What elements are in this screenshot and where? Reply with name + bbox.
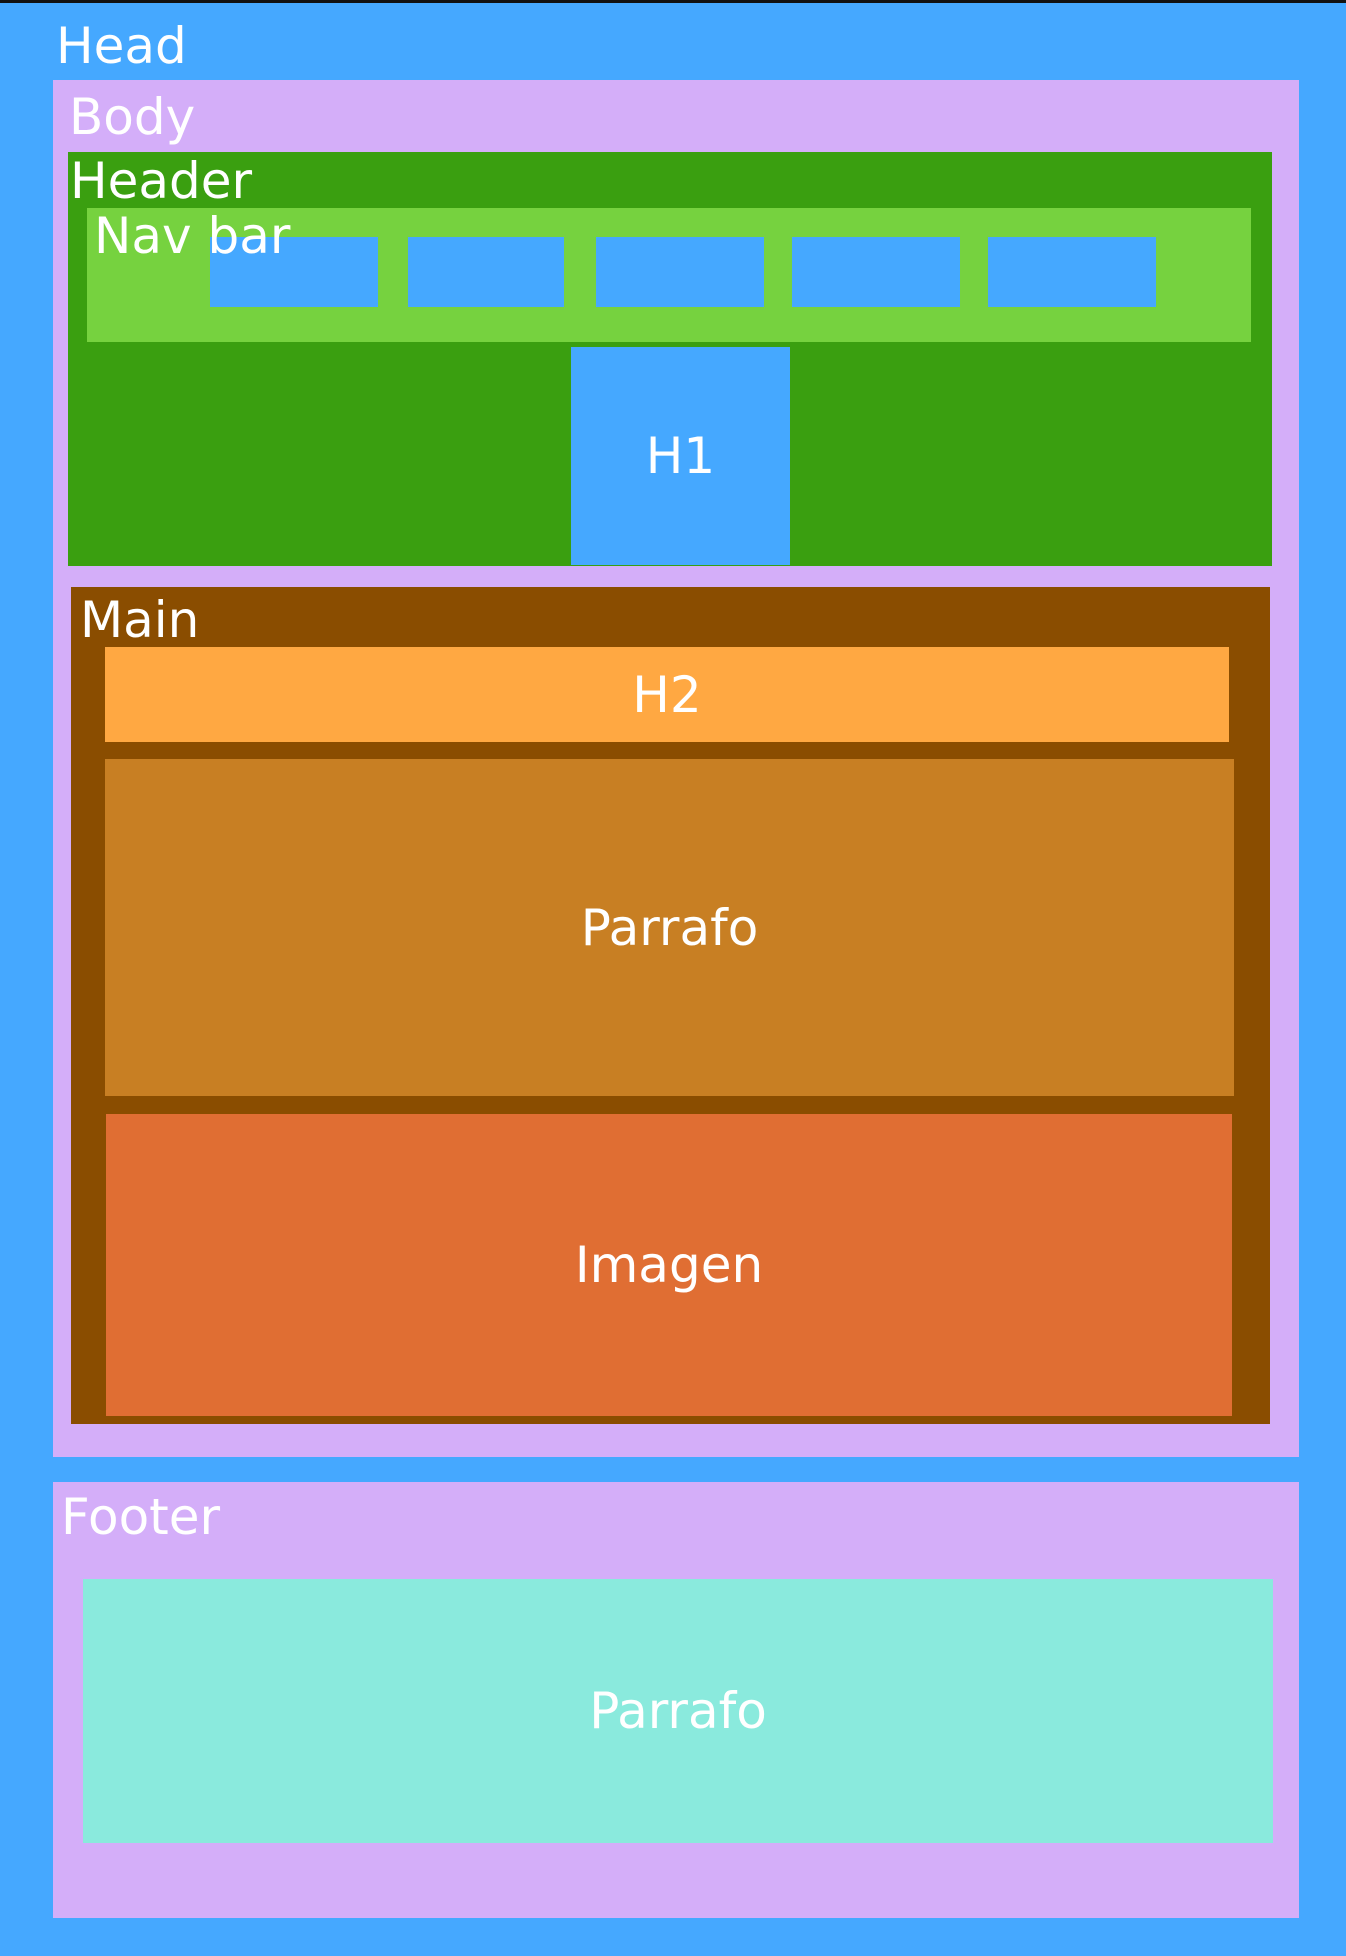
paragraph-box: Parrafo xyxy=(105,759,1234,1096)
image-box: Imagen xyxy=(106,1114,1232,1416)
h2-box: H2 xyxy=(105,647,1229,742)
nav-item xyxy=(596,237,764,307)
main-label: Main xyxy=(80,591,200,649)
body-label: Body xyxy=(69,88,196,146)
footer-label: Footer xyxy=(61,1488,221,1546)
paragraph-label: Parrafo xyxy=(580,898,759,957)
nav-item xyxy=(988,237,1156,307)
h1-label: H1 xyxy=(645,427,716,485)
nav-item xyxy=(792,237,960,307)
header-label: Header xyxy=(70,152,253,210)
footer-paragraph-label: Parrafo xyxy=(589,1682,767,1740)
navbar-label: Nav bar xyxy=(94,207,291,265)
h1-box: H1 xyxy=(571,347,790,565)
head-label: Head xyxy=(56,17,187,75)
image-label: Imagen xyxy=(574,1236,764,1294)
navbar-box: Nav bar xyxy=(87,208,1251,342)
nav-item xyxy=(408,237,564,307)
footer-paragraph-box: Parrafo xyxy=(83,1579,1273,1843)
h2-label: H2 xyxy=(632,665,702,724)
